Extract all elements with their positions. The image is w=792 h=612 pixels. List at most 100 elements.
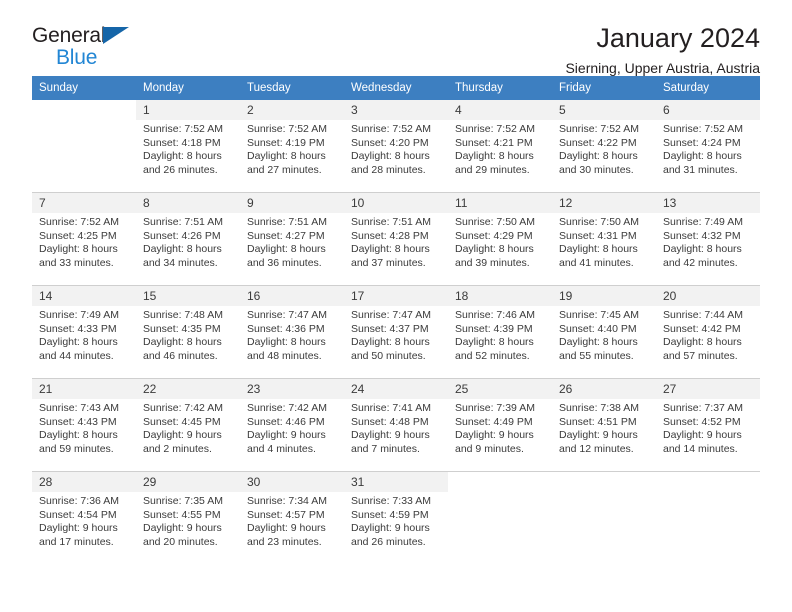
day-cell-number[interactable]: 6 [656, 100, 760, 120]
day-cell-number[interactable]: 4 [448, 100, 552, 120]
daylight-text-line2: and 12 minutes. [559, 442, 634, 455]
week-divider [32, 558, 760, 564]
daylight-text-line2: and 39 minutes. [455, 256, 530, 269]
daylight-text-line2: and 2 minutes. [143, 442, 212, 455]
daylight-text-line2: and 4 minutes. [247, 442, 316, 455]
day-cell-number[interactable]: 11 [448, 192, 552, 213]
sunset-text: Sunset: 4:59 PM [351, 508, 429, 521]
daylight-text-line1: Daylight: 8 hours [39, 336, 118, 349]
daylight-text-line2: and 37 minutes. [351, 256, 426, 269]
sunset-text: Sunset: 4:52 PM [663, 415, 741, 428]
day-cell-info: Sunrise: 7:52 AM Sunset: 4:21 PM Dayligh… [448, 120, 552, 186]
day-cell-info: Sunrise: 7:52 AM Sunset: 4:22 PM Dayligh… [552, 120, 656, 186]
daylight-text-line2: and 50 minutes. [351, 349, 426, 362]
daylight-text-line1: Daylight: 8 hours [39, 243, 118, 256]
day-cell-number[interactable]: 17 [344, 285, 448, 306]
sunrise-text: Sunrise: 7:41 AM [351, 402, 431, 414]
daylight-text-line2: and 17 minutes. [39, 535, 114, 548]
day-cell-number[interactable]: 21 [32, 378, 136, 399]
day-cell-number[interactable]: 9 [240, 192, 344, 213]
sunrise-text: Sunrise: 7:48 AM [143, 309, 223, 321]
day-cell-number[interactable]: 31 [344, 471, 448, 492]
sunset-text: Sunset: 4:46 PM [247, 415, 325, 428]
day-cell-info: Sunrise: 7:37 AM Sunset: 4:52 PM Dayligh… [656, 399, 760, 465]
page-header: General Blue January 2024 Sierning, Uppe… [32, 0, 760, 76]
sunrise-text: Sunrise: 7:34 AM [247, 495, 327, 507]
sunset-text: Sunset: 4:54 PM [39, 508, 117, 521]
sunset-text: Sunset: 4:27 PM [247, 229, 325, 242]
day-cell-number[interactable]: 7 [32, 192, 136, 213]
day-cell-number[interactable]: 26 [552, 378, 656, 399]
day-cell-info: Sunrise: 7:36 AM Sunset: 4:54 PM Dayligh… [32, 492, 136, 558]
sunset-text: Sunset: 4:51 PM [559, 415, 637, 428]
day-cell-number[interactable] [656, 471, 760, 492]
daylight-text-line2: and 7 minutes. [351, 442, 420, 455]
daylight-text-line2: and 41 minutes. [559, 256, 634, 269]
week-1-info-row: Sunrise: 7:52 AM Sunset: 4:18 PM Dayligh… [32, 120, 760, 186]
daylight-text-line2: and 42 minutes. [663, 256, 738, 269]
daylight-text-line1: Daylight: 8 hours [351, 150, 430, 163]
daylight-text-line1: Daylight: 9 hours [351, 522, 430, 535]
daylight-text-line2: and 33 minutes. [39, 256, 114, 269]
daylight-text-line1: Daylight: 8 hours [143, 150, 222, 163]
daylight-text-line2: and 20 minutes. [143, 535, 218, 548]
day-cell-number[interactable]: 14 [32, 285, 136, 306]
day-cell-number[interactable]: 29 [136, 471, 240, 492]
sunset-text: Sunset: 4:42 PM [663, 322, 741, 335]
day-cell-number[interactable]: 15 [136, 285, 240, 306]
day-cell-number[interactable]: 8 [136, 192, 240, 213]
day-cell-number[interactable]: 5 [552, 100, 656, 120]
day-cell-number[interactable]: 12 [552, 192, 656, 213]
daylight-text-line2: and 31 minutes. [663, 163, 738, 176]
day-cell-number[interactable] [448, 471, 552, 492]
day-cell-number[interactable] [32, 100, 136, 120]
day-cell-number[interactable]: 23 [240, 378, 344, 399]
day-cell-number[interactable]: 10 [344, 192, 448, 213]
daylight-text-line2: and 29 minutes. [455, 163, 530, 176]
day-cell-number[interactable]: 2 [240, 100, 344, 120]
day-cell-number[interactable]: 25 [448, 378, 552, 399]
sunrise-text: Sunrise: 7:51 AM [351, 216, 431, 228]
day-cell-info: Sunrise: 7:48 AM Sunset: 4:35 PM Dayligh… [136, 306, 240, 372]
daylight-text-line1: Daylight: 8 hours [143, 336, 222, 349]
day-cell-number[interactable]: 27 [656, 378, 760, 399]
sunset-text: Sunset: 4:55 PM [143, 508, 221, 521]
day-cell-number[interactable]: 22 [136, 378, 240, 399]
sunset-text: Sunset: 4:57 PM [247, 508, 325, 521]
day-cell-info [656, 492, 760, 558]
day-cell-number[interactable]: 28 [32, 471, 136, 492]
sunrise-text: Sunrise: 7:45 AM [559, 309, 639, 321]
day-cell-number[interactable]: 1 [136, 100, 240, 120]
day-cell-number[interactable]: 16 [240, 285, 344, 306]
daylight-text-line2: and 48 minutes. [247, 349, 322, 362]
day-cell-number[interactable]: 13 [656, 192, 760, 213]
daylight-text-line2: and 36 minutes. [247, 256, 322, 269]
sunset-text: Sunset: 4:25 PM [39, 229, 117, 242]
day-cell-number[interactable]: 19 [552, 285, 656, 306]
day-cell-info: Sunrise: 7:38 AM Sunset: 4:51 PM Dayligh… [552, 399, 656, 465]
daylight-text-line2: and 14 minutes. [663, 442, 738, 455]
day-cell-info: Sunrise: 7:51 AM Sunset: 4:27 PM Dayligh… [240, 213, 344, 279]
sunset-text: Sunset: 4:48 PM [351, 415, 429, 428]
sunrise-text: Sunrise: 7:47 AM [247, 309, 327, 321]
day-cell-number[interactable]: 30 [240, 471, 344, 492]
week-divider-line [32, 558, 760, 564]
weekday-header-tuesday: Tuesday [240, 76, 344, 100]
sunrise-text: Sunrise: 7:42 AM [247, 402, 327, 414]
week-3-daynumber-row: 14 15 16 17 18 19 20 [32, 285, 760, 306]
daylight-text-line1: Daylight: 9 hours [247, 429, 326, 442]
page-title: January 2024 [596, 23, 760, 53]
sunrise-text: Sunrise: 7:50 AM [559, 216, 639, 228]
daylight-text-line1: Daylight: 8 hours [247, 336, 326, 349]
day-cell-info: Sunrise: 7:47 AM Sunset: 4:36 PM Dayligh… [240, 306, 344, 372]
daylight-text-line1: Daylight: 8 hours [559, 336, 638, 349]
sunrise-text: Sunrise: 7:46 AM [455, 309, 535, 321]
day-cell-number[interactable] [552, 471, 656, 492]
sunrise-text: Sunrise: 7:51 AM [247, 216, 327, 228]
day-cell-number[interactable]: 24 [344, 378, 448, 399]
day-cell-number[interactable]: 18 [448, 285, 552, 306]
day-cell-number[interactable]: 20 [656, 285, 760, 306]
day-cell-number[interactable]: 3 [344, 100, 448, 120]
week-5-info-row: Sunrise: 7:36 AM Sunset: 4:54 PM Dayligh… [32, 492, 760, 558]
daylight-text-line1: Daylight: 8 hours [351, 243, 430, 256]
